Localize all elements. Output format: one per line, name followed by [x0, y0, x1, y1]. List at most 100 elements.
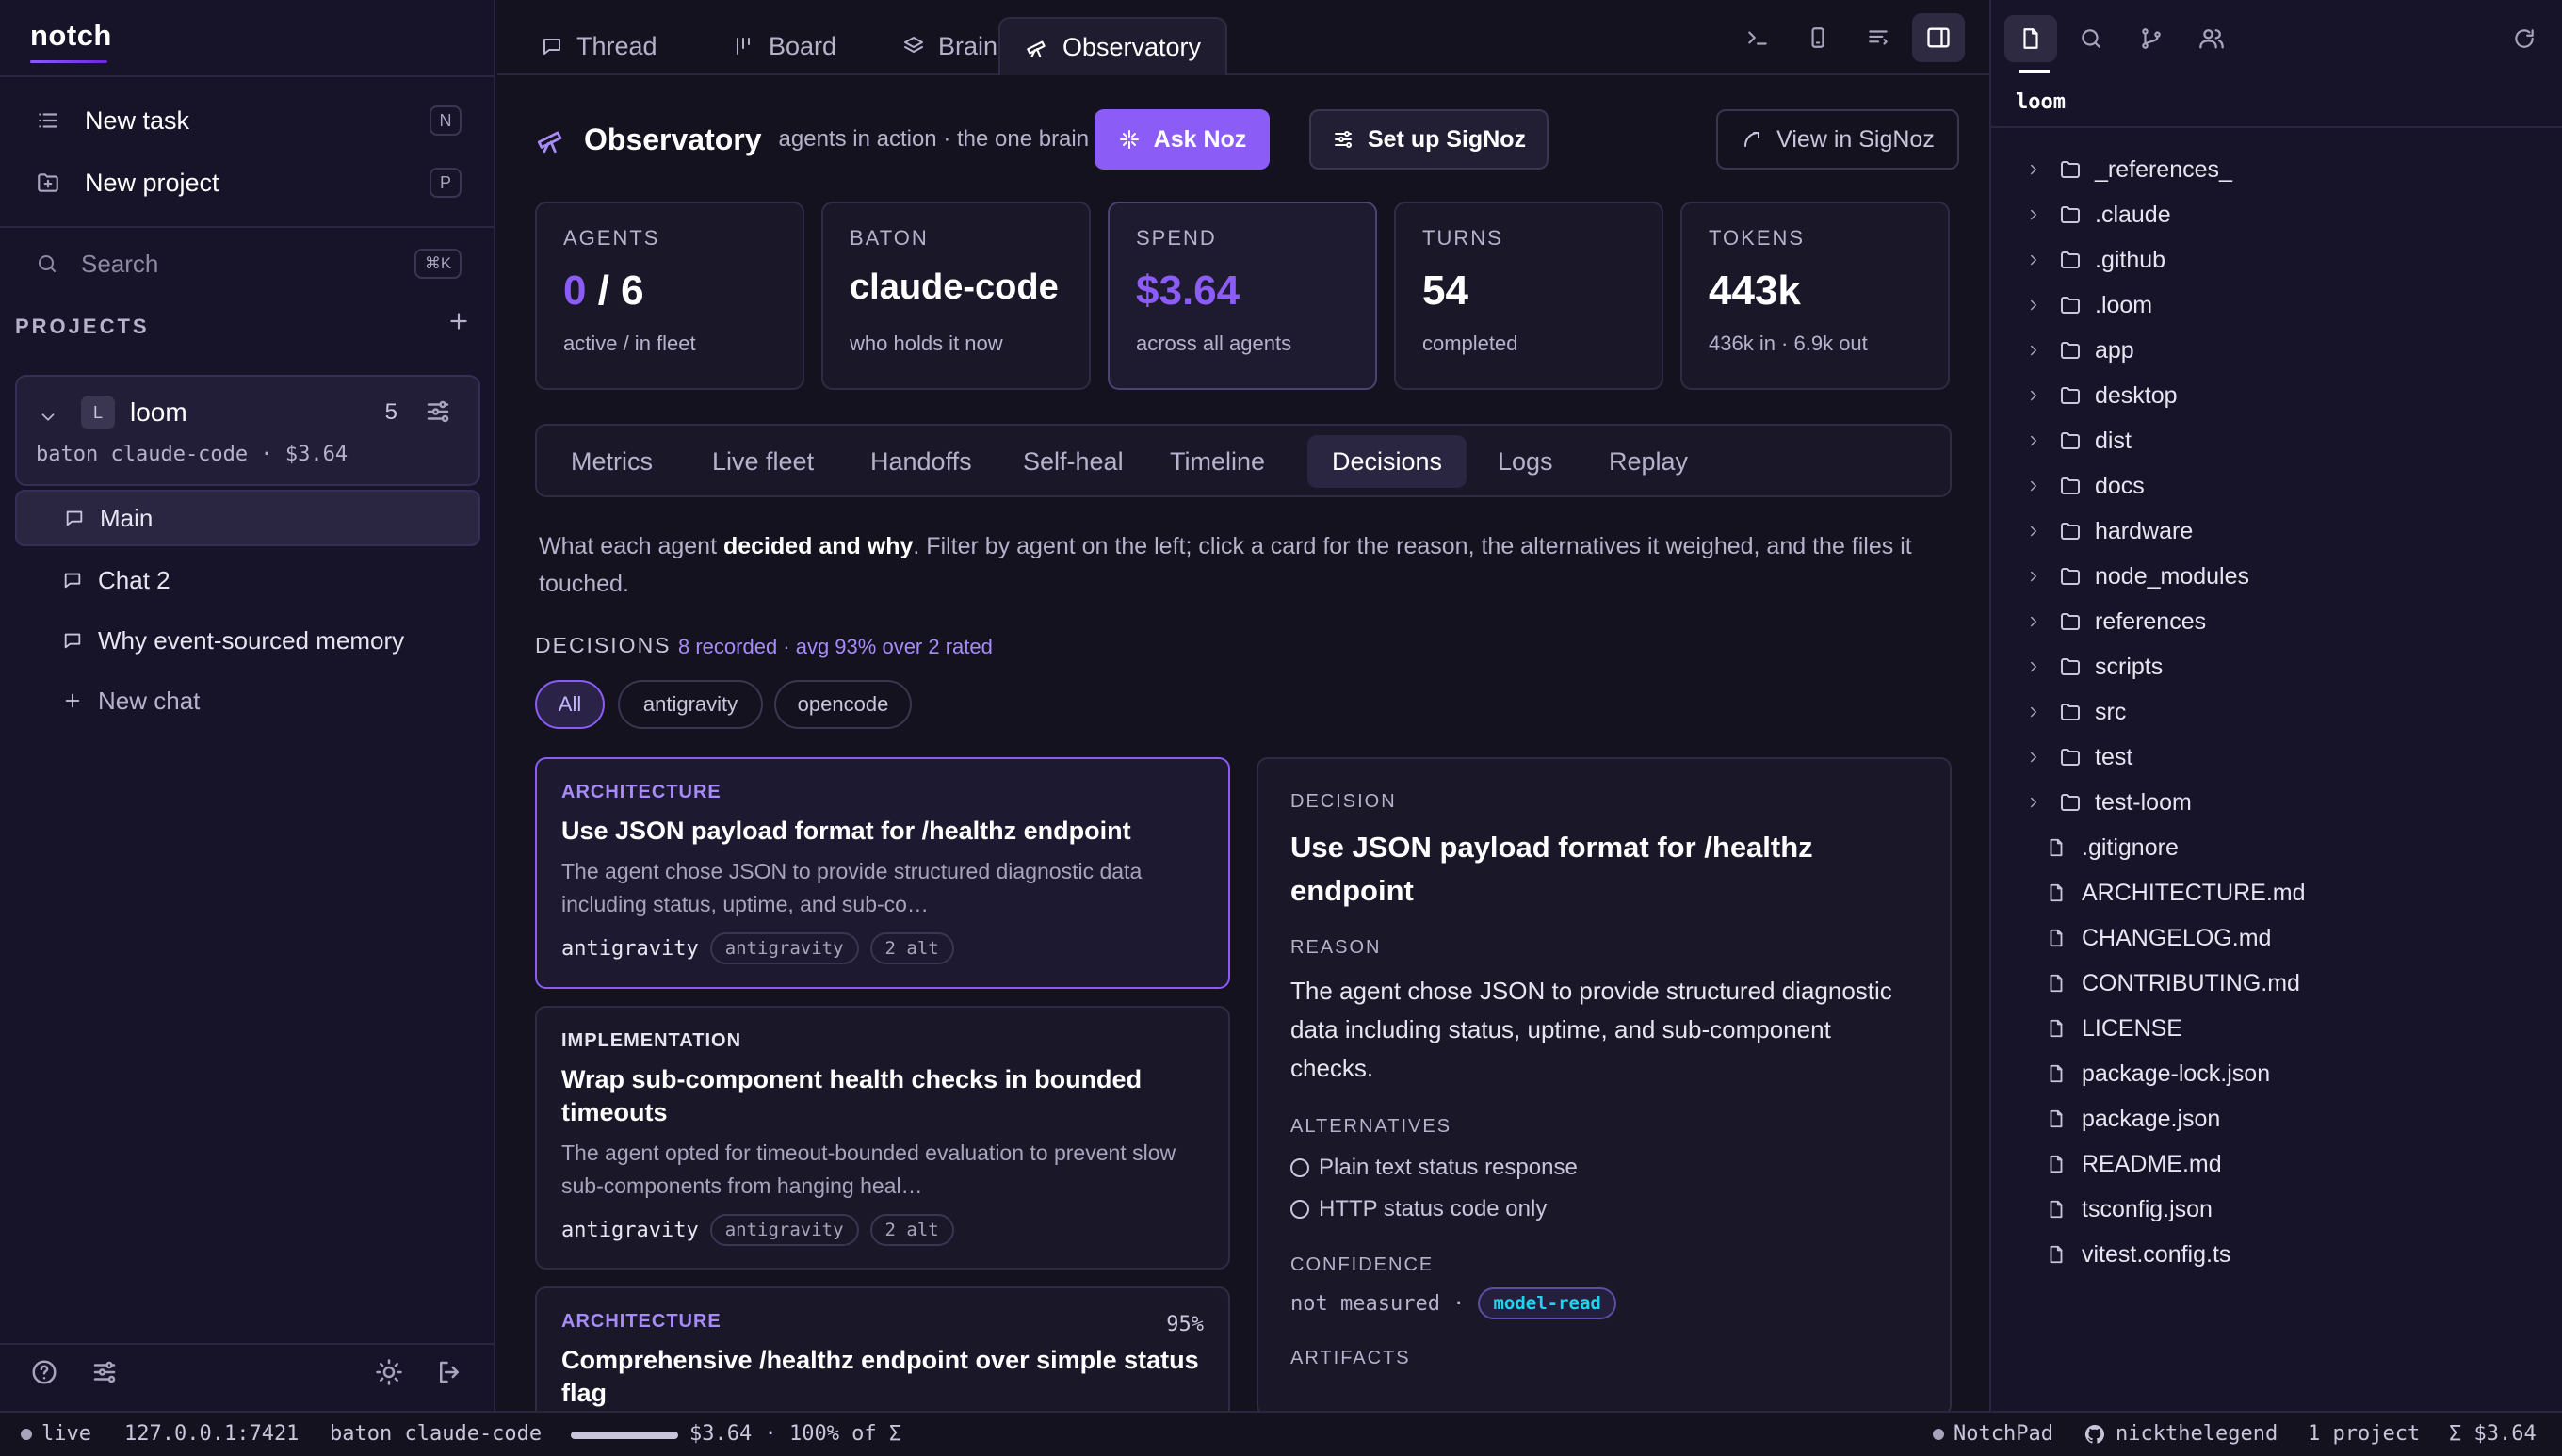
- subtab-live-fleet[interactable]: Live fleet: [688, 435, 838, 488]
- filter-opencode[interactable]: opencode: [774, 680, 912, 729]
- stat-value: $3.64: [1136, 267, 1240, 314]
- tree-folder[interactable]: src: [2019, 693, 2126, 731]
- chevron-down-icon[interactable]: [38, 407, 58, 428]
- tree-file[interactable]: LICENSE: [2046, 1010, 2182, 1047]
- alternatives-list: Plain text status response HTTP status c…: [1290, 1147, 1918, 1230]
- tree-folder[interactable]: scripts: [2019, 648, 2163, 686]
- tree-file[interactable]: CHANGELOG.md: [2046, 919, 2271, 957]
- files-button[interactable]: [2004, 15, 2057, 62]
- decision-card[interactable]: ARCHITECTURE Use JSON payload format for…: [535, 757, 1230, 989]
- status-dot-icon: [1933, 1428, 1944, 1440]
- detail-title: Use JSON payload format for /healthz end…: [1290, 831, 1813, 907]
- chevron-right-icon: [2031, 661, 2036, 672]
- new-task-label: New task: [85, 105, 190, 135]
- view-in-signoz-button[interactable]: View in SigNoz: [1716, 109, 1959, 170]
- tree-folder[interactable]: references: [2019, 603, 2206, 640]
- add-project-icon[interactable]: [446, 309, 471, 333]
- tree-file[interactable]: vitest.config.ts: [2046, 1236, 2230, 1273]
- new-project-button[interactable]: New project P: [36, 156, 462, 209]
- sliders-icon[interactable]: [424, 397, 452, 426]
- decision-card[interactable]: ARCHITECTURE 95% Comprehensive /healthz …: [535, 1286, 1230, 1418]
- stat-sub: completed: [1422, 332, 1518, 355]
- tree-folder[interactable]: .loom: [2019, 286, 2152, 324]
- folder-icon: [2061, 568, 2080, 585]
- tree-file[interactable]: package.json: [2046, 1100, 2220, 1138]
- toggle-panel-button[interactable]: [1912, 13, 1965, 62]
- tree-file[interactable]: tsconfig.json: [2046, 1190, 2213, 1228]
- alternatives-tag: 2 alt: [869, 932, 954, 964]
- chat-icon: [66, 510, 83, 526]
- sidebar: notch New task N New project P Search ⌘K…: [0, 0, 495, 1411]
- ask-noz-button[interactable]: Ask Noz: [1095, 109, 1270, 170]
- subtab-handoffs[interactable]: Handoffs: [846, 435, 997, 488]
- tab-board[interactable]: Board: [708, 17, 861, 75]
- tree-folder[interactable]: desktop: [2019, 377, 2178, 414]
- tree-file[interactable]: .gitignore: [2046, 829, 2179, 866]
- tab-observatory[interactable]: Observatory: [998, 17, 1228, 75]
- sliders-icon[interactable]: [90, 1358, 119, 1386]
- tree-folder[interactable]: .claude: [2019, 196, 2171, 234]
- tree-folder[interactable]: hardware: [2019, 512, 2193, 550]
- decision-card[interactable]: IMPLEMENTATION Wrap sub-component health…: [535, 1006, 1230, 1270]
- tree-folder[interactable]: test: [2019, 738, 2132, 776]
- decision-agent: antigravity: [561, 1218, 699, 1242]
- users-button[interactable]: [2185, 15, 2238, 62]
- agent-tag: antigravity: [709, 1214, 859, 1246]
- notchpad-status[interactable]: NotchPad: [1933, 1422, 2053, 1446]
- tree-folder[interactable]: .github: [2019, 241, 2165, 279]
- tree-folder[interactable]: test-loom: [2019, 784, 2192, 821]
- chat-label: Why event-sourced memory: [98, 625, 405, 655]
- tree-folder-name: app: [2095, 336, 2134, 364]
- tree-folder[interactable]: _references_: [2019, 151, 2232, 188]
- new-task-button[interactable]: New task N: [36, 94, 462, 147]
- chat-item-main[interactable]: Main: [15, 490, 480, 546]
- decision-description: The agent opted for timeout-bounded eval…: [561, 1141, 1176, 1198]
- total-spend-status: Σ $3.64: [2449, 1422, 2537, 1446]
- github-icon: [2084, 1424, 2104, 1444]
- subtab-timeline[interactable]: Timeline: [1145, 435, 1289, 488]
- tree-file[interactable]: ARCHITECTURE.md: [2046, 874, 2306, 912]
- tree-folder-name: dist: [2095, 427, 2132, 454]
- tab-label: Brain: [938, 31, 998, 60]
- subtab-self-heal[interactable]: Self-heal: [998, 435, 1148, 488]
- tree-folder[interactable]: node_modules: [2019, 558, 2249, 595]
- tree-folder-name: _references_: [2095, 155, 2232, 183]
- setup-signoz-button[interactable]: Set up SigNoz: [1309, 109, 1549, 170]
- tree-file[interactable]: package-lock.json: [2046, 1055, 2270, 1092]
- subtab-metrics[interactable]: Metrics: [546, 435, 677, 488]
- intro-emphasis: decided and why: [722, 533, 914, 559]
- chat-item-chat-2[interactable]: Chat 2: [15, 552, 480, 608]
- filter-antigravity[interactable]: antigravity: [618, 680, 763, 729]
- logout-icon[interactable]: [435, 1358, 463, 1386]
- refresh-button[interactable]: [2498, 15, 2551, 62]
- tree-folder[interactable]: dist: [2019, 422, 2132, 460]
- project-card-loom[interactable]: L loom 5 baton claude-code · $3.64: [15, 375, 480, 486]
- chat-item-event-sourced-memory[interactable]: Why event-sourced memory: [15, 612, 480, 669]
- folder-icon: [2061, 206, 2080, 223]
- search-shortcut: ⌘K: [414, 249, 462, 279]
- tab-thread[interactable]: Thread: [516, 17, 682, 75]
- tree-folder[interactable]: app: [2019, 332, 2134, 369]
- search-files-button[interactable]: [2065, 15, 2117, 62]
- tree-folder[interactable]: docs: [2019, 467, 2145, 505]
- git-button[interactable]: [2125, 15, 2178, 62]
- github-user[interactable]: nickthelegend: [2084, 1422, 2278, 1446]
- tree-file[interactable]: README.md: [2046, 1145, 2222, 1183]
- users-icon: [2199, 29, 2224, 49]
- search-input[interactable]: Search ⌘K: [36, 237, 462, 290]
- filter-button[interactable]: [1852, 13, 1905, 62]
- mobile-button[interactable]: [1792, 13, 1844, 62]
- new-chat-button[interactable]: New chat: [15, 672, 480, 729]
- tree-file[interactable]: CONTRIBUTING.md: [2046, 964, 2300, 1002]
- filter-all[interactable]: All: [535, 680, 605, 729]
- subtab-decisions[interactable]: Decisions: [1307, 435, 1467, 488]
- subtab-logs[interactable]: Logs: [1473, 435, 1578, 488]
- stat-card-spend[interactable]: SPEND $3.64 across all agents: [1108, 202, 1377, 390]
- subtab-replay[interactable]: Replay: [1584, 435, 1712, 488]
- help-icon[interactable]: [30, 1358, 58, 1386]
- sun-icon[interactable]: [375, 1358, 403, 1386]
- alternative-label: HTTP status code only: [1319, 1196, 1548, 1221]
- decision-description: The agent chose JSON to provide structur…: [561, 859, 1143, 916]
- tree-file-name: README.md: [2082, 1150, 2222, 1177]
- terminal-button[interactable]: [1731, 13, 1784, 62]
